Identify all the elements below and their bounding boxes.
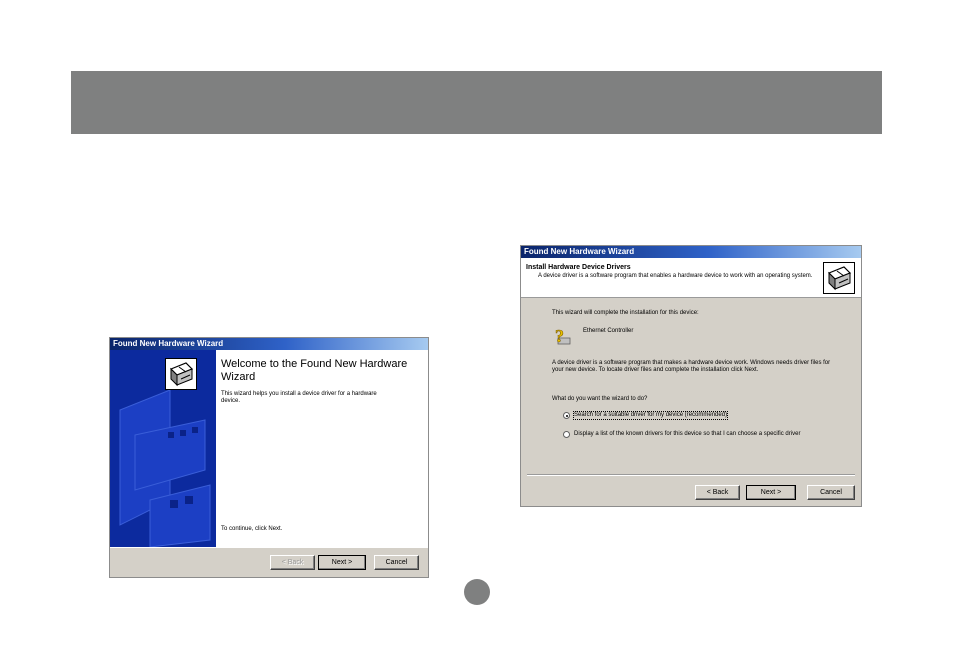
install-drivers-dialog: Found New Hardware Wizard Install Hardwa… xyxy=(520,245,862,507)
back-button[interactable]: < Back xyxy=(695,485,740,500)
wizard-side-art xyxy=(110,350,216,547)
dialog-titlebar[interactable]: Found New Hardware Wizard xyxy=(110,338,428,350)
welcome-button-bar: < Back Next > Cancel xyxy=(110,547,428,577)
welcome-heading: Welcome to the Found New Hardware Wizard xyxy=(221,358,408,383)
explanation-text: A device driver is a software program th… xyxy=(552,360,831,373)
question-text: What do you want the wizard to do? xyxy=(552,396,648,402)
option-display-label[interactable]: Display a list of the known drivers for … xyxy=(574,431,834,438)
intro-text: This wizard will complete the installati… xyxy=(552,310,699,316)
button-separator xyxy=(527,474,855,476)
welcome-wizard-dialog: Found New Hardware Wizard Welcome to the… xyxy=(109,337,429,578)
back-button[interactable]: < Back xyxy=(270,555,315,570)
hardware-wizard-icon xyxy=(823,262,855,294)
option-display-radio[interactable] xyxy=(563,431,570,438)
dialog-header: Install Hardware Device Drivers A device… xyxy=(521,258,861,298)
device-name: Ethernet Controller xyxy=(583,328,634,334)
cancel-button[interactable]: Cancel xyxy=(374,555,419,570)
header-subtitle: A device driver is a software program th… xyxy=(538,273,813,279)
page-marker-circle xyxy=(464,579,490,605)
svg-text:?: ? xyxy=(555,326,564,346)
next-button[interactable]: Next > xyxy=(746,485,796,500)
header-title: Install Hardware Device Drivers xyxy=(526,264,631,271)
next-button[interactable]: Next > xyxy=(318,555,366,570)
header-band xyxy=(71,71,882,134)
hardware-wizard-icon xyxy=(165,358,197,390)
welcome-footer-text: To continue, click Next. xyxy=(221,526,283,532)
cancel-button[interactable]: Cancel xyxy=(807,485,855,500)
option-search-label[interactable]: Search for a suitable driver for my devi… xyxy=(572,411,729,420)
option-search-radio[interactable] xyxy=(563,412,570,419)
dialog-titlebar[interactable]: Found New Hardware Wizard xyxy=(521,246,861,258)
welcome-body-text: This wizard helps you install a device d… xyxy=(221,391,377,404)
question-device-icon: ? xyxy=(552,325,574,347)
